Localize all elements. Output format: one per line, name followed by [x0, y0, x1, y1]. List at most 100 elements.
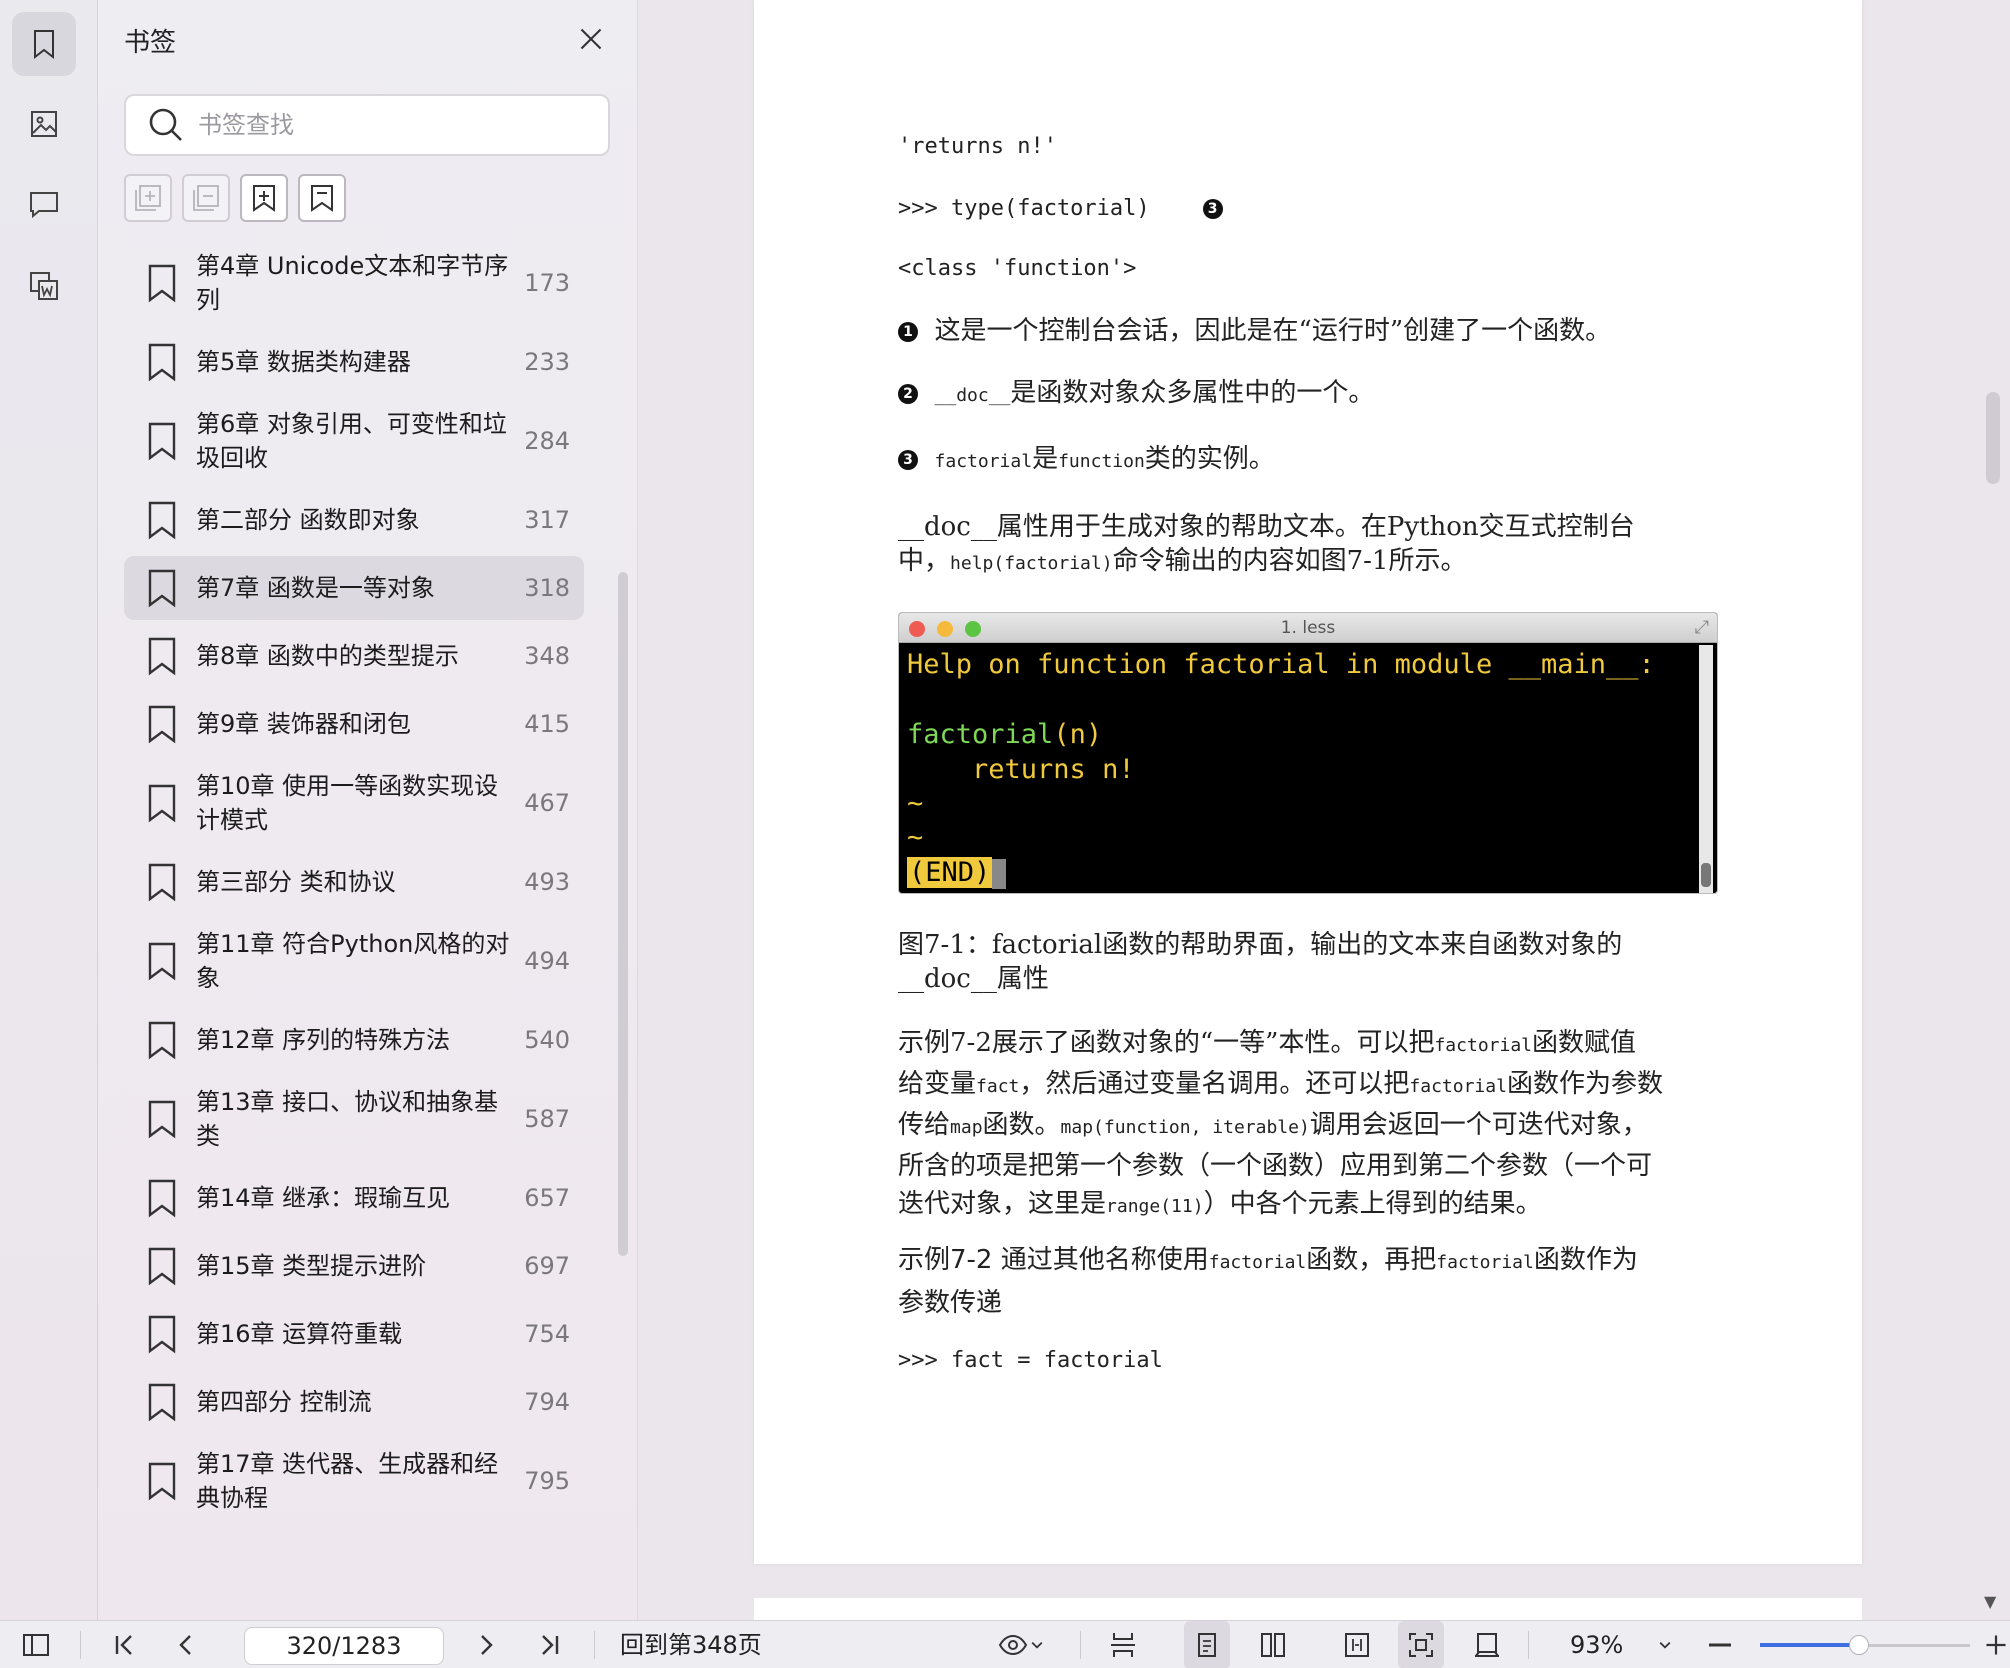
previous-page-button[interactable]	[166, 1621, 206, 1668]
inline-code: factorial	[1409, 1076, 1507, 1097]
bookmark-item[interactable]: 第14章 继承：瑕瑜互见 657	[124, 1166, 584, 1230]
single-page-button[interactable]	[1184, 1621, 1230, 1668]
heading-line: 示例7-2 通过其他名称使用factorial函数，再把factorial函数作…	[898, 1240, 1728, 1283]
chevron-down-icon	[1031, 1641, 1043, 1649]
bookmark-item[interactable]: 第4章 Unicode文本和字节序列 173	[124, 240, 584, 326]
bookmark-item[interactable]: 第6章 对象引用、可变性和垃圾回收 284	[124, 398, 584, 484]
terminal-titlebar: 1. less ⤢	[899, 613, 1717, 643]
bookmark-item[interactable]: 第8章 函数中的类型提示 348	[124, 624, 584, 688]
fit-page-icon	[1409, 1633, 1433, 1657]
icon-rail	[0, 0, 98, 1620]
fit-width-icon	[1345, 1633, 1369, 1657]
comment-icon	[30, 192, 58, 219]
first-page-button[interactable]	[104, 1621, 144, 1668]
page-number-input[interactable]: 320/1283	[244, 1627, 444, 1665]
bookmark-panel-button[interactable]	[12, 12, 76, 76]
bookmark-page-number: 794	[524, 1388, 570, 1416]
zoom-in-button[interactable]	[1982, 1621, 2010, 1668]
bookmark-item[interactable]: 第7章 函数是一等对象 318	[124, 556, 584, 620]
caption-line: 图7-1：factorial函数的帮助界面，输出的文本来自函数对象的	[898, 930, 1623, 960]
paragraph-line: 给变量fact，然后通过变量名调用。还可以把factorial函数作为参数	[898, 1065, 1728, 1106]
add-bookmark-button[interactable]	[240, 174, 288, 222]
bookmark-item[interactable]: 第四部分 控制流 794	[124, 1370, 584, 1434]
rotate-button[interactable]	[1464, 1621, 1510, 1668]
thumbnail-panel-button[interactable]	[12, 92, 76, 156]
bookmark-item[interactable]: 第16章 运算符重载 754	[124, 1302, 584, 1366]
convert-panel-button[interactable]	[12, 254, 76, 318]
bookmark-page-number: 795	[524, 1467, 570, 1495]
bookmark-label: 第13章 接口、协议和抽象基类	[196, 1088, 499, 1150]
paragraph-line: 迭代对象，这里是range(11)）中各个元素上得到的结果。	[898, 1185, 1728, 1226]
bookmark-label: 第16章 运算符重载	[196, 1320, 403, 1348]
bookmark-item[interactable]: 第12章 序列的特殊方法 540	[124, 1008, 584, 1072]
zoom-out-button[interactable]	[1700, 1621, 1740, 1668]
two-page-icon	[1261, 1633, 1285, 1657]
inline-code: fact	[976, 1076, 1020, 1097]
bookmark-label: 第11章 符合Python风格的对象	[196, 930, 510, 992]
separator	[1080, 1631, 1081, 1659]
bookmark-item[interactable]: 第15章 类型提示进阶 697	[124, 1234, 584, 1298]
bookmark-item[interactable]: 第5章 数据类构建器 233	[124, 330, 584, 394]
scroll-down-arrow[interactable]: ▼	[1984, 1592, 1996, 1611]
last-page-icon	[542, 1635, 559, 1655]
bookmark-item[interactable]: 第三部分 类和协议 493	[124, 850, 584, 914]
code-line: >>> type(factorial) 3	[898, 196, 1223, 221]
collapse-all-button[interactable]	[182, 174, 230, 222]
two-page-button[interactable]	[1250, 1621, 1296, 1668]
continuous-scroll-button[interactable]	[1100, 1621, 1146, 1668]
bookmark-toolbar	[124, 174, 346, 222]
remove-bookmark-button[interactable]	[298, 174, 346, 222]
text: ，然后通过变量名调用。还可以把	[1019, 1069, 1410, 1099]
document-scrollbar[interactable]	[1986, 392, 2000, 484]
text: 通过其他名称使用	[992, 1245, 1209, 1275]
inline-code: factorial	[1434, 1035, 1533, 1056]
paragraph: __doc__属性用于生成对象的帮助文本。在Python交互式控制台 中，hel…	[898, 510, 1718, 581]
fit-page-button[interactable]	[1398, 1621, 1444, 1668]
paragraph-line: 所含的项是把第一个参数（一个函数）应用到第二个参数（一个可	[898, 1151, 1653, 1181]
expand-all-button[interactable]	[124, 174, 172, 222]
bookmark-icon	[148, 569, 176, 608]
code-line: 'returns n!'	[898, 134, 1057, 159]
annotation-3: 3 factorial是function类的实例。	[898, 442, 1275, 479]
separator	[80, 1631, 81, 1659]
bookmark-label: 第17章 迭代器、生成器和经典协程	[196, 1450, 499, 1512]
callout-marker: 3	[1202, 199, 1223, 219]
bookmark-icon	[148, 705, 176, 744]
bookmark-item[interactable]: 第9章 装饰器和闭包 415	[124, 692, 584, 756]
zoom-dropdown-button[interactable]	[1650, 1621, 1680, 1668]
next-page-button[interactable]	[466, 1621, 506, 1668]
view-mode-button[interactable]	[990, 1621, 1054, 1668]
bookmark-list-scrollbar[interactable]	[618, 572, 628, 1256]
bookmark-page-number: 467	[524, 789, 570, 817]
comment-panel-button[interactable]	[12, 172, 76, 236]
zoom-level[interactable]: 93%	[1570, 1621, 1623, 1668]
text: 给变量	[898, 1069, 977, 1099]
bookmark-icon	[148, 1462, 176, 1501]
back-to-page-button[interactable]: 回到第348页	[620, 1621, 762, 1668]
bookmark-label: 第7章 函数是一等对象	[196, 574, 435, 602]
zoom-slider-thumb[interactable]	[1848, 1635, 1869, 1655]
image-icon	[31, 111, 57, 137]
bookmark-search-input[interactable]	[198, 111, 578, 139]
expand-all-icon	[135, 185, 161, 211]
fit-width-button[interactable]	[1334, 1621, 1380, 1668]
bookmark-page-number: 587	[524, 1105, 570, 1133]
rotate-icon	[1475, 1633, 1499, 1657]
bookmark-page-number: 754	[524, 1320, 570, 1348]
toggle-sidebar-button[interactable]	[16, 1621, 56, 1668]
bookmark-item[interactable]: 第11章 符合Python风格的对象 494	[124, 918, 584, 1004]
annotation-2: 2 __doc__是函数对象众多属性中的一个。	[898, 376, 1374, 413]
first-page-icon	[115, 1635, 132, 1655]
bookmark-item[interactable]: 第二部分 函数即对象 317	[124, 488, 584, 552]
bookmark-label: 第三部分 类和协议	[196, 868, 396, 896]
close-panel-button[interactable]	[574, 22, 608, 56]
callout-marker: 2	[898, 384, 918, 404]
bookmark-item[interactable]: 第13章 接口、协议和抽象基类 587	[124, 1076, 584, 1162]
text: 调用会返回一个可迭代对象，	[1309, 1110, 1648, 1140]
terminal-line: Help on function factorial in module __m…	[907, 649, 1655, 680]
bookmark-item[interactable]: 第17章 迭代器、生成器和经典协程 795	[124, 1438, 584, 1524]
inline-code: factorial	[934, 451, 1033, 472]
text: 迭代对象，这里是	[898, 1189, 1107, 1219]
last-page-button[interactable]	[530, 1621, 570, 1668]
bookmark-item[interactable]: 第10章 使用一等函数实现设计模式 467	[124, 760, 584, 846]
